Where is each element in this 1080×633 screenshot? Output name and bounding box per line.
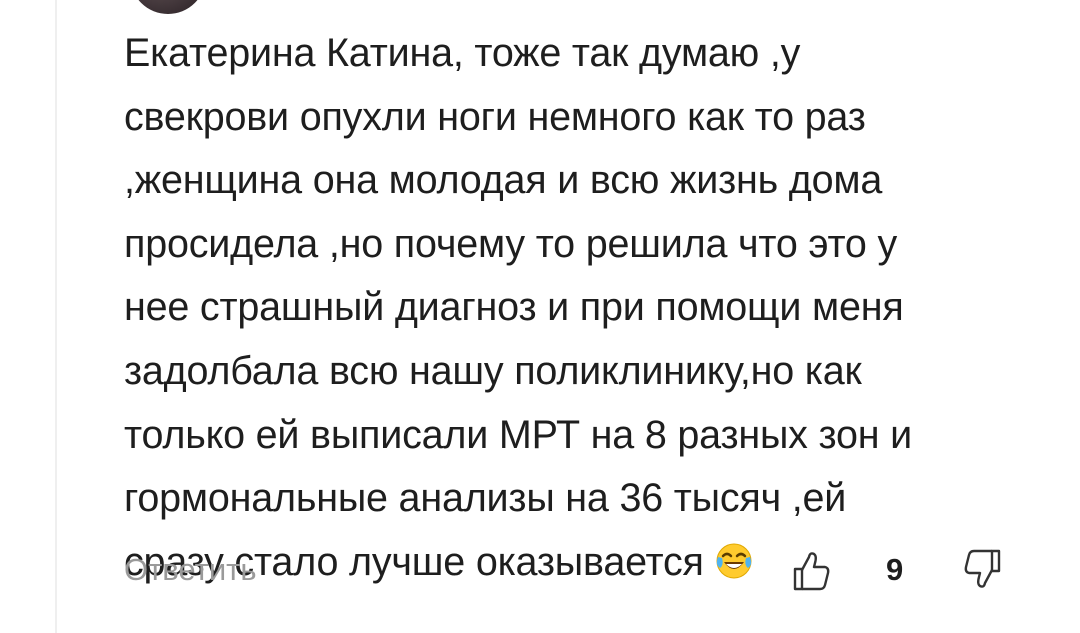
avatar[interactable] — [130, 0, 206, 14]
like-count: 9 — [886, 552, 904, 587]
thumbs-up-icon[interactable] — [792, 548, 832, 592]
thumbs-down-icon[interactable] — [962, 548, 1002, 592]
comment-text: Екатерина Катина, тоже так думаю ,у свек… — [124, 31, 912, 584]
comment-screen: Екатерина Катина, тоже так думаю ,у свек… — [0, 0, 1080, 633]
reply-button[interactable]: Ответить — [124, 552, 257, 588]
thread-line — [55, 0, 57, 633]
comment-actions: Ответить 9 — [124, 548, 1034, 598]
comment-body: Екатерина Катина, тоже так думаю ,у свек… — [124, 22, 1054, 594]
